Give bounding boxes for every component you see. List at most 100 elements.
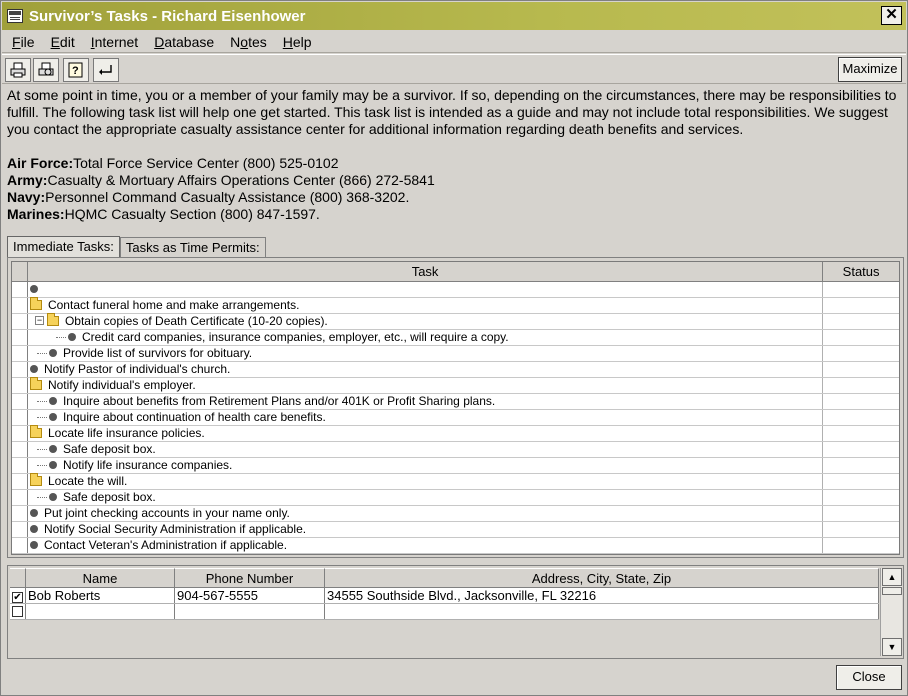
task-row[interactable]: Contact Veteran's Administration if appl… bbox=[12, 538, 899, 554]
task-row[interactable]: Credit card companies, insurance compani… bbox=[12, 330, 899, 346]
window-close-button[interactable]: ✕ bbox=[881, 6, 902, 25]
scroll-down-button[interactable]: ▼ bbox=[882, 638, 902, 656]
row-selector[interactable] bbox=[12, 490, 28, 505]
people-scrollbar[interactable]: ▲ ▼ bbox=[880, 568, 902, 656]
task-cell[interactable]: − Obtain copies of Death Certificate (10-… bbox=[28, 312, 824, 329]
person-row[interactable] bbox=[10, 604, 879, 620]
task-row[interactable]: Notify Pastor of individual's church. bbox=[12, 362, 899, 378]
task-cell[interactable]: Credit card companies, insurance compani… bbox=[28, 330, 824, 345]
row-selector[interactable] bbox=[12, 362, 28, 377]
task-row[interactable]: Locate the will. bbox=[12, 472, 899, 490]
menu-item[interactable]: Edit bbox=[43, 34, 83, 50]
status-cell[interactable] bbox=[823, 442, 899, 457]
back-button[interactable] bbox=[93, 58, 119, 82]
task-column-header[interactable]: Task bbox=[28, 262, 824, 281]
status-cell[interactable] bbox=[823, 506, 899, 521]
status-cell[interactable] bbox=[823, 522, 899, 537]
task-cell[interactable]: Notify individual's employer. bbox=[28, 376, 824, 393]
menu-item[interactable]: Internet bbox=[83, 34, 146, 50]
task-row[interactable] bbox=[12, 282, 899, 298]
task-row[interactable]: Put joint checking accounts in your name… bbox=[12, 506, 899, 522]
status-cell[interactable] bbox=[823, 346, 899, 361]
task-row[interactable]: Notify Social Security Administration if… bbox=[12, 522, 899, 538]
menu-item[interactable]: Notes bbox=[222, 34, 275, 50]
menu-item[interactable]: Help bbox=[275, 34, 320, 50]
status-cell[interactable] bbox=[823, 410, 899, 425]
task-row[interactable]: Provide list of survivors for obituary. bbox=[12, 346, 899, 362]
name-column-header[interactable]: Name bbox=[26, 568, 175, 587]
task-row[interactable]: Inquire about benefits from Retirement P… bbox=[12, 394, 899, 410]
tab-immediate-tasks[interactable]: Immediate Tasks: bbox=[7, 236, 120, 258]
row-selector[interactable] bbox=[12, 458, 28, 473]
task-row[interactable]: − Obtain copies of Death Certificate (10-… bbox=[12, 312, 899, 330]
row-selector[interactable] bbox=[12, 410, 28, 425]
person-checkbox[interactable] bbox=[12, 606, 23, 617]
status-cell[interactable] bbox=[823, 314, 899, 329]
row-selector[interactable] bbox=[12, 522, 28, 537]
row-selector[interactable] bbox=[12, 538, 28, 553]
task-row[interactable]: Safe deposit box. bbox=[12, 490, 899, 506]
task-cell[interactable] bbox=[28, 282, 824, 297]
close-button[interactable]: Close bbox=[836, 665, 902, 690]
task-row[interactable]: Safe deposit box. bbox=[12, 442, 899, 458]
task-cell[interactable]: Contact funeral home and make arrangemen… bbox=[28, 296, 824, 313]
status-cell[interactable] bbox=[823, 362, 899, 377]
status-column-header[interactable]: Status bbox=[823, 262, 899, 281]
task-row[interactable]: Inquire about continuation of health car… bbox=[12, 410, 899, 426]
task-row[interactable]: Locate life insurance policies. bbox=[12, 424, 899, 442]
task-cell[interactable]: Provide list of survivors for obituary. bbox=[28, 346, 824, 361]
menu-item[interactable]: Database bbox=[146, 34, 222, 50]
phone-column-header[interactable]: Phone Number bbox=[175, 568, 325, 587]
tab-tasks-as-time-permits[interactable]: Tasks as Time Permits: bbox=[119, 237, 266, 258]
task-row[interactable]: Notify life insurance companies. bbox=[12, 458, 899, 474]
status-cell[interactable] bbox=[823, 282, 899, 297]
person-phone-cell[interactable] bbox=[175, 604, 325, 619]
task-row[interactable]: Notify individual's employer. bbox=[12, 376, 899, 394]
task-cell[interactable]: Locate the will. bbox=[28, 472, 824, 489]
row-selector[interactable] bbox=[12, 426, 28, 441]
row-selector[interactable] bbox=[12, 378, 28, 393]
row-selector[interactable] bbox=[12, 394, 28, 409]
task-cell[interactable]: Put joint checking accounts in your name… bbox=[28, 506, 824, 521]
help-button[interactable]: ? bbox=[63, 58, 89, 82]
status-cell[interactable] bbox=[823, 538, 899, 553]
status-cell[interactable] bbox=[823, 474, 899, 489]
maximize-button[interactable]: Maximize bbox=[838, 57, 902, 82]
print-preview-button[interactable] bbox=[33, 58, 59, 82]
task-cell[interactable]: Inquire about continuation of health car… bbox=[28, 410, 824, 425]
scroll-thumb[interactable] bbox=[882, 587, 902, 595]
collapse-toggle-icon[interactable]: − bbox=[34, 316, 44, 326]
task-cell[interactable]: Notify Pastor of individual's church. bbox=[28, 362, 824, 377]
address-column-header[interactable]: Address, City, State, Zip bbox=[325, 568, 879, 587]
row-selector[interactable] bbox=[12, 314, 28, 329]
person-name-cell[interactable]: Bob Roberts bbox=[26, 588, 175, 603]
menu-item[interactable]: File bbox=[4, 34, 43, 50]
task-cell[interactable]: Safe deposit box. bbox=[28, 442, 824, 457]
row-selector[interactable] bbox=[12, 298, 28, 313]
person-phone-cell[interactable]: 904-567-5555 bbox=[175, 588, 325, 603]
status-cell[interactable] bbox=[823, 378, 899, 393]
task-cell[interactable]: Contact Veteran's Administration if appl… bbox=[28, 538, 824, 553]
scroll-up-button[interactable]: ▲ bbox=[882, 568, 902, 586]
task-cell[interactable]: Notify life insurance companies. bbox=[28, 458, 824, 473]
status-cell[interactable] bbox=[823, 298, 899, 313]
row-selector[interactable] bbox=[12, 346, 28, 361]
status-cell[interactable] bbox=[823, 394, 899, 409]
task-cell[interactable]: Safe deposit box. bbox=[28, 490, 824, 505]
person-address-cell[interactable] bbox=[325, 604, 879, 619]
task-cell[interactable]: Inquire about benefits from Retirement P… bbox=[28, 394, 824, 409]
person-name-cell[interactable] bbox=[26, 604, 175, 619]
status-cell[interactable] bbox=[823, 330, 899, 345]
print-button[interactable] bbox=[5, 58, 31, 82]
status-cell[interactable] bbox=[823, 458, 899, 473]
title-bar[interactable]: Survivor’s Tasks - Richard Eisenhower ✕ bbox=[2, 2, 906, 30]
task-row[interactable]: Contact funeral home and make arrangemen… bbox=[12, 296, 899, 314]
row-selector[interactable] bbox=[12, 442, 28, 457]
row-selector[interactable] bbox=[12, 506, 28, 521]
task-cell[interactable]: Notify Social Security Administration if… bbox=[28, 522, 824, 537]
person-address-cell[interactable]: 34555 Southside Blvd., Jacksonville, FL … bbox=[325, 588, 879, 603]
row-selector[interactable] bbox=[12, 474, 28, 489]
row-selector[interactable] bbox=[12, 330, 28, 345]
status-cell[interactable] bbox=[823, 490, 899, 505]
status-cell[interactable] bbox=[823, 426, 899, 441]
